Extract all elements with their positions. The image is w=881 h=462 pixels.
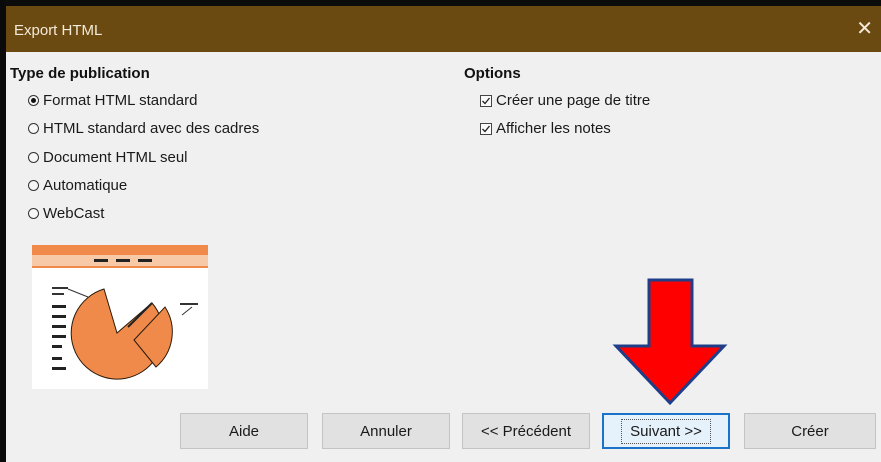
- help-button[interactable]: Aide: [180, 413, 308, 449]
- radio-webcast[interactable]: WebCast: [28, 205, 104, 222]
- radio-html-with-frames[interactable]: HTML standard avec des cadres: [28, 120, 259, 137]
- radio-button[interactable]: [28, 152, 39, 163]
- radio-label: Automatique: [43, 177, 128, 194]
- previous-button-label: << Précédent: [480, 422, 572, 440]
- dialog-title: Export HTML: [14, 22, 103, 39]
- checkbox-create-title-page[interactable]: Créer une page de titre: [480, 92, 650, 109]
- radio-label: HTML standard avec des cadres: [43, 120, 260, 137]
- options-heading: Options: [464, 65, 521, 82]
- cancel-button-label: Annuler: [360, 422, 412, 440]
- red-arrow-down-icon: [612, 278, 728, 406]
- cancel-button[interactable]: Annuler: [322, 413, 450, 449]
- previous-button[interactable]: << Précédent: [462, 413, 590, 449]
- radio-format-html-standard[interactable]: Format HTML standard: [28, 92, 198, 109]
- export-html-dialog: Export HTML ✕ Type de publication Format…: [0, 0, 881, 462]
- next-button[interactable]: Suivant >>: [602, 413, 730, 449]
- radio-automatic[interactable]: Automatique: [28, 177, 127, 194]
- radio-button[interactable]: [28, 208, 39, 219]
- close-icon[interactable]: ✕: [856, 18, 873, 40]
- dialog-content: Type de publication Format HTML standard…: [6, 52, 881, 462]
- create-button-label: Créer: [791, 422, 829, 440]
- title-bar[interactable]: Export HTML ✕: [6, 0, 881, 52]
- checkmark-icon: [482, 97, 491, 104]
- create-button[interactable]: Créer: [744, 413, 876, 449]
- checkbox[interactable]: [480, 122, 492, 135]
- publication-type-heading: Type de publication: [10, 65, 150, 82]
- radio-label: WebCast: [43, 205, 105, 222]
- pie-chart-preview-icon: [32, 245, 208, 380]
- radio-button[interactable]: [28, 95, 39, 106]
- radio-button[interactable]: [28, 123, 39, 134]
- layout-preview-image: [32, 245, 208, 389]
- checkbox-show-notes[interactable]: Afficher les notes: [480, 120, 611, 137]
- checkmark-icon: [482, 125, 491, 132]
- radio-label: Document HTML seul: [43, 149, 188, 166]
- checkbox-label: Afficher les notes: [496, 120, 611, 137]
- radio-html-document-only[interactable]: Document HTML seul: [28, 149, 188, 166]
- next-button-label: Suivant >>: [621, 418, 711, 444]
- radio-label: Format HTML standard: [43, 92, 198, 109]
- radio-button[interactable]: [28, 180, 39, 191]
- help-button-label: Aide: [228, 422, 260, 440]
- checkbox[interactable]: [480, 94, 492, 107]
- checkbox-label: Créer une page de titre: [496, 92, 651, 109]
